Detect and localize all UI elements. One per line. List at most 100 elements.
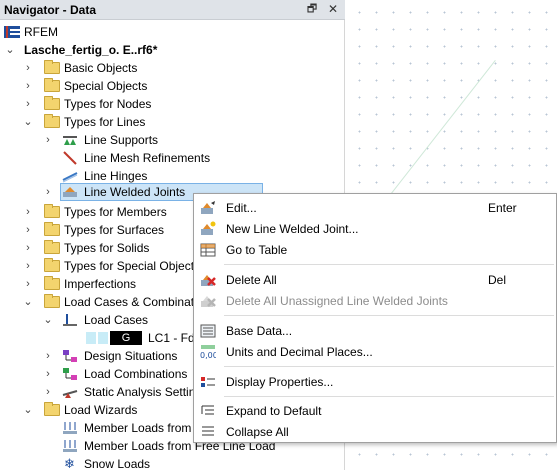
chevron-right-icon[interactable]: › [22, 257, 34, 275]
menu-label: Go to Table [226, 243, 288, 257]
folder-icon [44, 258, 60, 272]
tree-label: Line Welded Joints [84, 185, 186, 199]
menu-item-units[interactable]: 0,00 Units and Decimal Places... [194, 342, 556, 362]
tree-label: Load Wizards [64, 403, 138, 417]
member-load-icon [63, 440, 77, 452]
tree-label: Line Mesh Refinements [84, 151, 211, 165]
tree-item-special-objects[interactable]: › Special Objects [0, 77, 340, 95]
chevron-right-icon[interactable]: › [22, 203, 34, 221]
static-analysis-icon [62, 390, 78, 398]
flag-icon [4, 26, 20, 38]
tree-item-snow-loads[interactable]: ❄ Snow Loads [0, 455, 340, 470]
tree-label: LC1 - Fd [148, 331, 195, 345]
menu-item-delete-all[interactable]: Delete All Del [194, 270, 556, 290]
chevron-right-icon[interactable]: › [22, 221, 34, 239]
chevron-right-icon[interactable]: › [22, 95, 34, 113]
chevron-down-icon[interactable]: ⌄ [4, 41, 16, 59]
folder-icon [44, 96, 60, 110]
svg-text:0,00: 0,00 [200, 351, 216, 360]
member-load-icon [63, 422, 77, 434]
menu-item-edit[interactable]: Edit... Enter [194, 198, 556, 218]
panel-title: Navigator - Data [4, 3, 97, 17]
chevron-right-icon[interactable]: › [42, 365, 54, 383]
tree-item-line-supports[interactable]: › Line Supports [0, 131, 340, 149]
tree-label: Basic Objects [64, 61, 138, 75]
model-label: Lasche_fertig_o. E..rf6* [24, 43, 158, 57]
chevron-down-icon[interactable]: ⌄ [22, 401, 34, 419]
menu-item-base-data[interactable]: Base Data... [194, 321, 556, 341]
new-joint-icon [201, 221, 216, 235]
chevron-right-icon[interactable]: › [42, 383, 54, 401]
design-situation-icon [63, 350, 77, 362]
lc-color-swatch [98, 332, 108, 344]
folder-icon [44, 204, 60, 218]
tree-item-types-nodes[interactable]: › Types for Nodes [0, 95, 340, 113]
menu-label: Expand to Default [226, 404, 322, 418]
tree-label: Static Analysis Settings [84, 385, 209, 399]
chevron-right-icon[interactable]: › [22, 77, 34, 95]
chevron-right-icon[interactable]: › [42, 131, 54, 149]
tree-label: Load Cases [84, 313, 149, 327]
menu-item-collapse-all[interactable]: Collapse All [194, 422, 556, 442]
tree-model[interactable]: ⌄ Lasche_fertig_o. E..rf6* [0, 41, 340, 59]
menu-label: Delete All Unassigned Line Welded Joints [226, 294, 448, 308]
menu-item-display-properties[interactable]: Display Properties... [194, 372, 556, 392]
menu-label: Display Properties... [226, 375, 334, 389]
folder-icon [44, 114, 60, 128]
tree-item-types-lines[interactable]: ⌄ Types for Lines [0, 113, 340, 131]
menu-item-expand-default[interactable]: Expand to Default [194, 401, 556, 421]
folder-icon [44, 78, 60, 92]
folder-icon [44, 294, 60, 308]
tree-label: Types for Special Objects [64, 259, 201, 273]
chevron-down-icon[interactable]: ⌄ [22, 113, 34, 131]
tree-label: Types for Nodes [64, 97, 152, 111]
tree-label: Types for Members [64, 205, 167, 219]
tree-label: Types for Lines [64, 115, 146, 129]
menu-label: Delete All [226, 273, 277, 287]
load-combination-icon [63, 368, 77, 380]
folder-icon [44, 222, 60, 236]
tree-label: Snow Loads [84, 457, 151, 470]
menu-label: New Line Welded Joint... [226, 222, 359, 236]
tree-label: Design Situations [84, 349, 178, 363]
chevron-down-icon[interactable]: ⌄ [22, 293, 34, 311]
root-label: RFEM [24, 25, 58, 39]
load-case-icon [63, 314, 77, 326]
tree-item-line-mesh[interactable]: Line Mesh Refinements [0, 149, 340, 167]
chevron-right-icon[interactable]: › [42, 347, 54, 365]
units-icon: 0,00 [200, 345, 216, 360]
menu-label: Collapse All [226, 425, 289, 439]
chevron-down-icon[interactable]: ⌄ [42, 311, 54, 329]
chevron-right-icon[interactable]: › [42, 183, 54, 201]
menu-item-new-joint[interactable]: New Line Welded Joint... [194, 219, 556, 239]
folder-icon [44, 276, 60, 290]
menu-separator [224, 396, 554, 397]
close-icon[interactable]: ✕ [326, 2, 340, 16]
snowflake-icon: ❄ [64, 456, 75, 470]
chevron-right-icon[interactable]: › [22, 275, 34, 293]
base-data-icon [200, 324, 216, 338]
line-support-icon [63, 136, 77, 145]
chevron-right-icon[interactable]: › [22, 239, 34, 257]
tree-label: Imperfections [64, 277, 137, 291]
tree-root[interactable]: RFEM [0, 23, 340, 41]
table-icon [200, 243, 216, 257]
menu-separator [224, 366, 554, 367]
menu-label: Units and Decimal Places... [226, 345, 373, 359]
lc-category-badge: G [110, 331, 142, 345]
menu-item-go-table[interactable]: Go to Table [194, 240, 556, 260]
tree-label: Types for Surfaces [64, 223, 165, 237]
menu-separator [224, 315, 554, 316]
tree-label: Line Supports [84, 133, 159, 147]
menu-shortcut: Enter [488, 201, 517, 215]
welded-joint-icon [63, 187, 77, 197]
display-properties-icon [201, 377, 215, 387]
menu-item-delete-unassigned[interactable]: Delete All Unassigned Line Welded Joints [194, 291, 556, 311]
restore-icon[interactable]: 🗗 [305, 2, 319, 16]
tree-label: Special Objects [64, 79, 148, 93]
chevron-right-icon[interactable]: › [22, 59, 34, 77]
navigator-title-bar: Navigator - Data 🗗 ✕ [0, 0, 345, 20]
menu-shortcut: Del [488, 273, 507, 287]
tree-item-basic-objects[interactable]: › Basic Objects [0, 59, 340, 77]
menu-label: Edit... [226, 201, 257, 215]
